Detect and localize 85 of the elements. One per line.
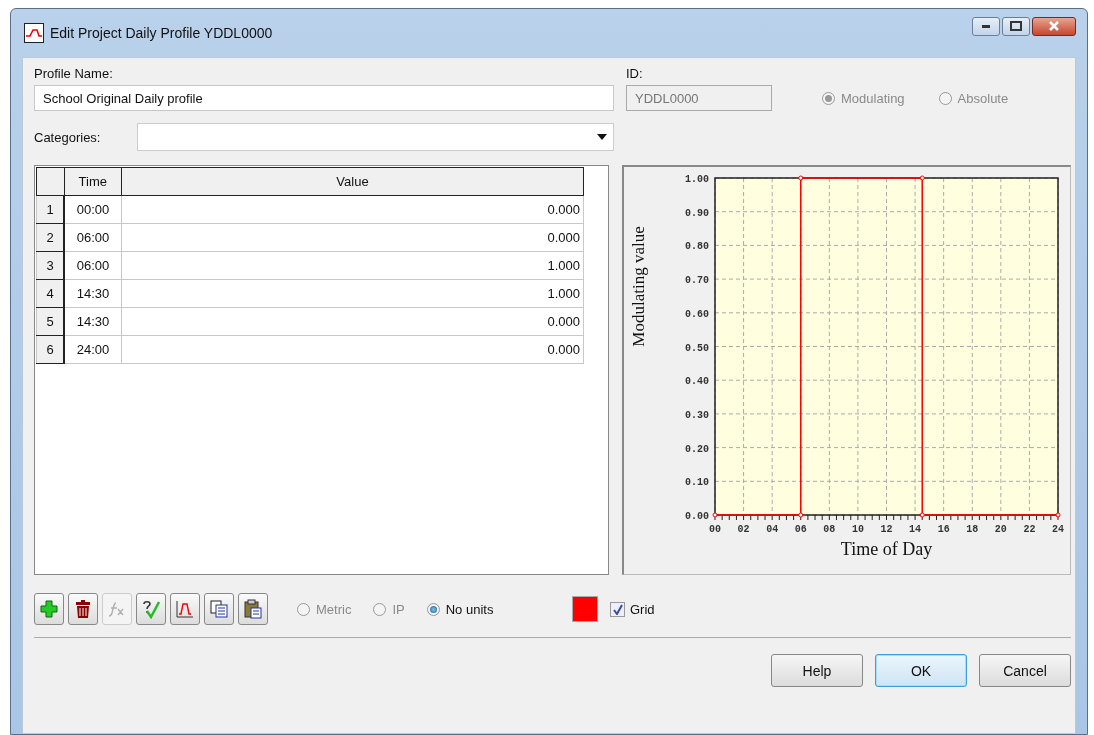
copy-icon: [209, 599, 229, 619]
row-number: 2: [36, 223, 64, 252]
data-point: [798, 512, 804, 518]
table-cell: 0.000: [121, 307, 584, 336]
x-tick-label: 00: [709, 524, 721, 535]
table-cell: 06:00: [64, 251, 122, 280]
data-point: [712, 512, 718, 518]
row-number: 6: [36, 335, 64, 364]
row-number: 3: [36, 251, 64, 280]
table-cell: 00:00: [64, 195, 122, 224]
dialog-button[interactable]: Help: [771, 654, 863, 687]
window-title: Edit Project Daily Profile YDDL0000: [50, 25, 274, 41]
x-tick-label: 22: [1023, 524, 1036, 535]
table-cell: 14:30: [64, 307, 122, 336]
y-tick-label: 0.00: [685, 511, 709, 522]
delete-button[interactable]: [68, 593, 98, 625]
data-point: [798, 175, 804, 181]
field-label: Profile Name:: [34, 66, 114, 81]
y-tick-label: 1.00: [685, 174, 709, 185]
table-cell: 0.000: [121, 195, 584, 224]
row-number: 5: [36, 307, 64, 336]
x-tick-label: 24: [1052, 524, 1064, 535]
y-tick-label: 0.20: [685, 443, 709, 455]
data-point: [1055, 512, 1061, 518]
close-icon: [1048, 21, 1060, 31]
y-tick-label: 0.70: [685, 275, 709, 287]
y-tick-label: 0.60: [685, 308, 709, 320]
row-number: 1: [36, 195, 64, 224]
y-tick-label: 0.10: [685, 477, 709, 489]
x-tick-label: 10: [851, 524, 864, 535]
corner-cell: [36, 167, 64, 196]
radio-button[interactable]: No units: [426, 601, 494, 617]
plus-icon: [39, 599, 59, 619]
maximize-button[interactable]: [1002, 16, 1030, 36]
table-cell: 06:00: [64, 223, 122, 252]
x-tick-label: 16: [937, 524, 950, 535]
column-header[interactable]: Value: [121, 167, 584, 196]
field-label: ID:: [626, 66, 644, 81]
caret-icon: [597, 134, 607, 140]
data-point: [919, 512, 925, 518]
profile-name-field[interactable]: School Original Daily profile: [34, 85, 614, 111]
x-tick-label: 18: [966, 524, 979, 535]
graph-button[interactable]: [170, 593, 200, 625]
grid-checkbox[interactable]: Grid: [610, 601, 655, 617]
x-tick-label: 06: [794, 524, 807, 535]
graph-icon: [175, 599, 195, 619]
maximize-icon: [1010, 21, 1022, 31]
x-axis-title: Time of Day: [840, 539, 933, 559]
dialog-button[interactable]: Cancel: [979, 654, 1071, 687]
paste-icon: [243, 599, 263, 619]
checkmark-icon: [612, 603, 623, 615]
column-header[interactable]: Time: [64, 167, 122, 196]
table-cell: 1.000: [121, 251, 584, 280]
close-button[interactable]: [1032, 16, 1076, 36]
profile-icon: [24, 23, 44, 43]
field-label: Categories:: [34, 129, 102, 145]
trash-icon: [73, 599, 93, 619]
x-tick-label: 14: [909, 524, 922, 535]
row-number: 4: [36, 279, 64, 308]
x-tick-label: 08: [823, 524, 836, 535]
table-cell: 0.000: [121, 223, 584, 252]
question-check-icon: [141, 599, 161, 619]
x-tick-label: 20: [994, 524, 1007, 535]
x-tick-label: 04: [766, 524, 779, 535]
minimize-button[interactable]: [972, 16, 1000, 36]
add-button[interactable]: [34, 593, 64, 625]
x-tick-label: 12: [880, 524, 893, 535]
y-tick-label: 0.80: [685, 241, 709, 253]
table-cell: 0.000: [121, 335, 584, 364]
table-cell: 1.000: [121, 279, 584, 308]
paste-button[interactable]: [238, 593, 268, 625]
table-cell: 24:00: [64, 335, 122, 364]
y-tick-label: 0.90: [685, 207, 709, 219]
check-button[interactable]: [136, 593, 166, 625]
copy-button[interactable]: [204, 593, 234, 625]
table-cell: 14:30: [64, 279, 122, 308]
y-tick-label: 0.30: [685, 409, 709, 421]
y-axis-title: Modulating value: [629, 226, 648, 347]
minimize-icon: [981, 23, 991, 29]
x-tick-label: 02: [737, 524, 750, 535]
dialog-button[interactable]: OK: [875, 654, 967, 687]
line-color-swatch[interactable]: [572, 596, 598, 622]
y-tick-label: 0.40: [685, 376, 709, 388]
y-tick-label: 0.50: [685, 342, 709, 354]
data-point: [919, 175, 925, 181]
